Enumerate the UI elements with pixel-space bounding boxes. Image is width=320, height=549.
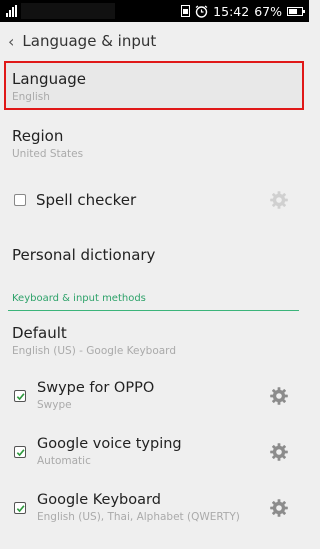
title-bar: ‹ Language & input: [0, 22, 309, 60]
default-value: English (US) - Google Keyboard: [12, 345, 176, 357]
spell-checker-title: Spell checker: [36, 191, 137, 209]
default-keyboard-item[interactable]: Default English (US) - Google Keyboard: [0, 324, 309, 357]
swype-title: Swype for OPPO: [37, 380, 155, 396]
spell-checker-checkbox[interactable]: [14, 194, 26, 206]
google-keyboard-checkbox[interactable]: [14, 502, 26, 514]
language-value: English: [12, 91, 50, 103]
alarm-icon: [195, 5, 208, 18]
google-keyboard-subtitle: English (US), Thai, Alphabet (QWERTY): [37, 511, 240, 523]
swype-settings-gear-icon[interactable]: [269, 386, 289, 406]
swype-item[interactable]: Swype for OPPO Swype: [0, 379, 309, 415]
google-voice-typing-item[interactable]: Google voice typing Automatic: [0, 435, 309, 471]
check-icon: [16, 392, 25, 400]
region-value: United States: [12, 148, 84, 160]
google-voice-subtitle: Automatic: [37, 455, 91, 467]
google-voice-title: Google voice typing: [37, 436, 182, 452]
battery-icon: [287, 6, 305, 16]
back-chevron-icon[interactable]: ‹: [8, 32, 14, 51]
section-divider: [8, 310, 299, 311]
battery-percent: 67%: [254, 3, 282, 19]
status-bar: 15:42 67%: [0, 0, 309, 22]
page-title[interactable]: Language & input: [22, 32, 156, 50]
google-keyboard-item[interactable]: Google Keyboard English (US), Thai, Alph…: [0, 491, 309, 527]
personal-dictionary-item[interactable]: Personal dictionary: [0, 246, 309, 264]
signal-icon: [6, 5, 17, 17]
check-icon: [16, 448, 25, 456]
sim-icon: [181, 5, 191, 17]
status-time: 15:42: [213, 3, 250, 19]
google-keyboard-settings-gear-icon[interactable]: [269, 498, 289, 518]
default-title: Default: [12, 324, 67, 342]
spell-checker-settings-gear-icon[interactable]: [269, 190, 289, 210]
language-title: Language: [12, 70, 87, 88]
swype-checkbox[interactable]: [14, 390, 26, 402]
swype-subtitle: Swype: [37, 399, 72, 411]
region-title: Region: [12, 127, 64, 145]
google-voice-settings-gear-icon[interactable]: [269, 442, 289, 462]
check-icon: [16, 504, 25, 512]
spell-checker-item[interactable]: Spell checker: [0, 186, 309, 214]
google-keyboard-title: Google Keyboard: [37, 492, 161, 508]
google-voice-checkbox[interactable]: [14, 446, 26, 458]
region-item[interactable]: Region United States: [0, 127, 309, 160]
redacted-carrier: [21, 3, 115, 19]
personal-dictionary-title: Personal dictionary: [12, 246, 156, 264]
language-item[interactable]: Language English: [0, 70, 309, 103]
keyboard-section-header: Keyboard & input methods: [12, 293, 146, 304]
